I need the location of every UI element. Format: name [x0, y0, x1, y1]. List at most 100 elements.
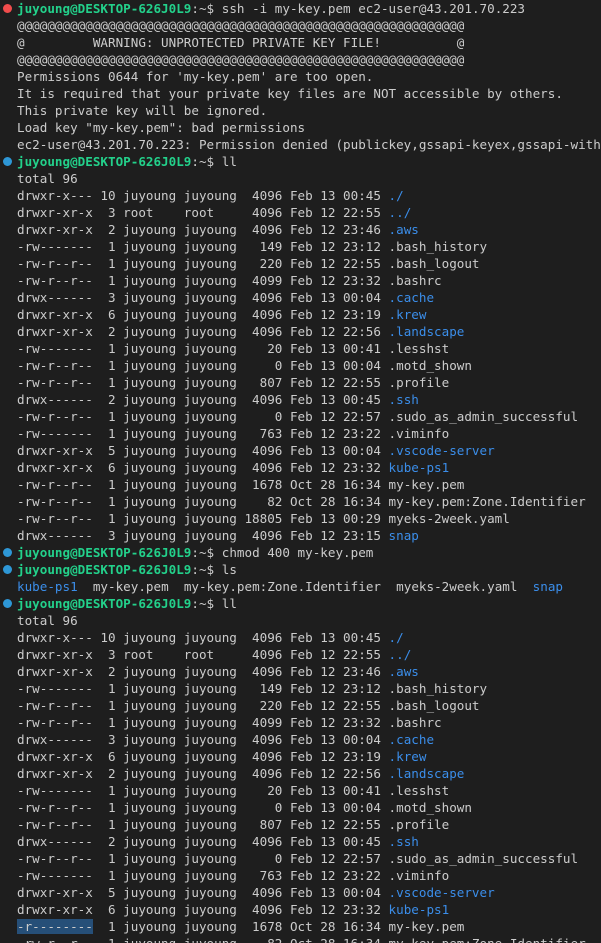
listing-row: -rw-r--r-- 1 juyoung juyoung 4099 Feb 12… — [0, 714, 601, 731]
output-text: It is required that your private key fil… — [17, 86, 563, 101]
directory-name: ../ — [388, 647, 412, 662]
directory-name: .aws — [388, 222, 419, 237]
file-name: .viminfo — [388, 426, 450, 441]
listing-row: drwxr-xr-x 5 juyoung juyoung 4096 Feb 13… — [0, 442, 601, 459]
listing-meta: -rw-r--r-- 1 juyoung juyoung 220 Feb 12 … — [17, 256, 389, 271]
listing-row: drwx------ 3 juyoung juyoung 4096 Feb 13… — [0, 289, 601, 306]
listing-meta: drwxr-xr-x 2 juyoung juyoung 4096 Feb 12… — [17, 324, 389, 339]
listing-row: -rw------- 1 juyoung juyoung 763 Feb 12 … — [0, 867, 601, 884]
listing-row: -rw-r--r-- 1 juyoung juyoung 807 Feb 12 … — [0, 816, 601, 833]
listing-row: drwxr-xr-x 6 juyoung juyoung 4096 Feb 12… — [0, 459, 601, 476]
listing-row: drwx------ 2 juyoung juyoung 4096 Feb 13… — [0, 391, 601, 408]
command-success-dot-icon[interactable] — [3, 548, 12, 557]
directory-name: ./ — [388, 188, 404, 203]
file-name: my-key.pem — [388, 919, 465, 934]
prompt-user: juyoung@DESKTOP-626J0L9 — [17, 1, 192, 16]
directory-name: .krew — [388, 307, 427, 322]
output-text: Permissions 0644 for 'my-key.pem' are to… — [17, 69, 374, 84]
listing-row: -rw-r--r-- 1 juyoung juyoung 807 Feb 12 … — [0, 374, 601, 391]
listing-meta: -rw-r--r-- 1 juyoung juyoung 4099 Feb 12… — [17, 273, 389, 288]
prompt-user: juyoung@DESKTOP-626J0L9 — [17, 562, 192, 577]
listing-meta: -rw-r--r-- 1 juyoung juyoung 0 Feb 13 00… — [17, 358, 389, 373]
file-name: .bash_history — [388, 239, 488, 254]
listing-row: -rw------- 1 juyoung juyoung 149 Feb 12 … — [0, 238, 601, 255]
listing-meta: drwx------ 3 juyoung juyoung 4096 Feb 13… — [17, 290, 389, 305]
file-name: .lesshst — [388, 783, 450, 798]
file-name: .bash_logout — [388, 698, 480, 713]
listing-row: -rw-r--r-- 1 juyoung juyoung 0 Feb 12 22… — [0, 850, 601, 867]
listing-row: -rw-r--r-- 1 juyoung juyoung 82 Oct 28 1… — [0, 493, 601, 510]
listing-row: drwxr-xr-x 3 root root 4096 Feb 12 22:55… — [0, 204, 601, 221]
output-line: ec2-user@43.201.70.223: Permission denie… — [0, 136, 601, 153]
listing-meta: -rw-r--r-- 1 juyoung juyoung 82 Oct 28 1… — [17, 494, 389, 509]
listing-row: drwxr-xr-x 2 juyoung juyoung 4096 Feb 12… — [0, 765, 601, 782]
listing-row: drwx------ 3 juyoung juyoung 4096 Feb 12… — [0, 527, 601, 544]
prompt-line: juyoung@DESKTOP-626J0L9:~$ ls — [0, 561, 601, 578]
file-name: .lesshst — [388, 341, 450, 356]
file-name: .motd_shown — [388, 358, 472, 373]
listing-meta: -rw------- 1 juyoung juyoung 20 Feb 13 0… — [17, 783, 389, 798]
output-text: total 96 — [17, 171, 78, 186]
listing-row: -rw-r--r-- 1 juyoung juyoung 0 Feb 13 00… — [0, 357, 601, 374]
listing-row: drwxr-xr-x 5 juyoung juyoung 4096 Feb 13… — [0, 884, 601, 901]
output-text: This private key will be ignored. — [17, 103, 268, 118]
listing-meta: drwx------ 3 juyoung juyoung 4096 Feb 12… — [17, 528, 389, 543]
file-name: my-key.pem:Zone.Identifier — [389, 936, 586, 943]
directory-name: .vscode-server — [388, 443, 495, 458]
listing-meta: -rw-r--r-- 1 juyoung juyoung 0 Feb 13 00… — [17, 800, 389, 815]
listing-meta: -rw------- 1 juyoung juyoung 763 Feb 12 … — [17, 426, 389, 441]
directory-name: ./ — [388, 630, 404, 645]
listing-meta: -rw-r--r-- 1 juyoung juyoung 807 Feb 12 … — [17, 375, 389, 390]
output-line: Permissions 0644 for 'my-key.pem' are to… — [0, 68, 601, 85]
command-success-dot-icon[interactable] — [3, 157, 12, 166]
selected-permissions: -r-------- — [17, 919, 93, 934]
file-name: my-key.pem:Zone.Identifier — [388, 494, 586, 509]
listing-row: drwxr-xr-x 2 juyoung juyoung 4096 Feb 12… — [0, 323, 601, 340]
listing-row: -rw-r--r-- 1 juyoung juyoung 0 Feb 12 22… — [0, 408, 601, 425]
listing-meta: drwx------ 3 juyoung juyoung 4096 Feb 13… — [17, 732, 389, 747]
terminal[interactable]: juyoung@DESKTOP-626J0L9:~$ ssh -i my-key… — [0, 0, 601, 943]
listing-meta: drwxr-xr-x 2 juyoung juyoung 4096 Feb 12… — [17, 766, 389, 781]
directory-name: kube-ps1 — [388, 902, 450, 917]
listing-row: -rw------- 1 juyoung juyoung 149 Feb 12 … — [0, 680, 601, 697]
ls-output-line: kube-ps1 my-key.pem my-key.pem:Zone.Iden… — [0, 578, 601, 595]
listing-meta: drwxr-x--- 10 juyoung juyoung 4096 Feb 1… — [17, 188, 389, 203]
prompt-user: juyoung@DESKTOP-626J0L9 — [17, 596, 192, 611]
prompt-line: juyoung@DESKTOP-626J0L9:~$ ssh -i my-key… — [0, 0, 601, 17]
directory-name: .ssh — [388, 834, 419, 849]
listing-row: -rw------- 1 juyoung juyoung 763 Feb 12 … — [0, 425, 601, 442]
output-line: It is required that your private key fil… — [0, 85, 601, 102]
listing-row: -rw-r--r-- 1 juyoung juyoung 220 Feb 12 … — [0, 255, 601, 272]
listing-meta: drwxr-x--- 10 juyoung juyoung 4096 Feb 1… — [17, 630, 389, 645]
output-line: This private key will be ignored. — [0, 102, 601, 119]
directory-name: snap — [532, 579, 563, 594]
directory-name: .krew — [388, 749, 427, 764]
output-line: total 96 — [0, 612, 601, 629]
output-text: @@@@@@@@@@@@@@@@@@@@@@@@@@@@@@@@@@@@@@@@… — [17, 52, 465, 67]
listing-meta: -rw-r--r-- 1 juyoung juyoung 4099 Feb 12… — [17, 715, 389, 730]
prompt-separator: :~$ — [191, 154, 222, 169]
listing-meta: drwxr-xr-x 6 juyoung juyoung 4096 Feb 12… — [17, 460, 389, 475]
output-line: @@@@@@@@@@@@@@@@@@@@@@@@@@@@@@@@@@@@@@@@… — [0, 17, 601, 34]
listing-meta: drwxr-xr-x 3 root root 4096 Feb 12 22:55 — [17, 205, 389, 220]
listing-row: -rw-r--r-- 1 juyoung juyoung 0 Feb 13 00… — [0, 799, 601, 816]
file-name: .profile — [388, 375, 450, 390]
directory-name: snap — [388, 528, 419, 543]
output-text: @ WARNING: UNPROTECTED PRIVATE KEY FILE!… — [17, 35, 465, 50]
listing-row: drwxr-x--- 10 juyoung juyoung 4096 Feb 1… — [0, 629, 601, 646]
command-success-dot-icon[interactable] — [3, 599, 12, 608]
listing-meta: drwxr-xr-x 2 juyoung juyoung 4096 Feb 12… — [17, 664, 389, 679]
command-error-dot-icon[interactable] — [3, 4, 12, 13]
directory-name: .cache — [388, 290, 435, 305]
directory-name: .landscape — [388, 324, 465, 339]
listing-row: -rw-r--r-- 1 juyoung juyoung 220 Feb 12 … — [0, 697, 601, 714]
command-success-dot-icon[interactable] — [3, 565, 12, 574]
listing-row: -r-------- 1 juyoung juyoung 1678 Oct 28… — [0, 918, 601, 935]
file-name: .bashrc — [388, 715, 442, 730]
output-line: @ WARNING: UNPROTECTED PRIVATE KEY FILE!… — [0, 34, 601, 51]
file-name: .profile — [388, 817, 450, 832]
prompt-user: juyoung@DESKTOP-626J0L9 — [17, 545, 192, 560]
listing-row: -rw-r--r-- 1 juyoung juyoung 1678 Oct 28… — [0, 476, 601, 493]
prompt-separator: :~$ — [191, 596, 222, 611]
file-name: myeks-2week.yaml — [388, 511, 510, 526]
